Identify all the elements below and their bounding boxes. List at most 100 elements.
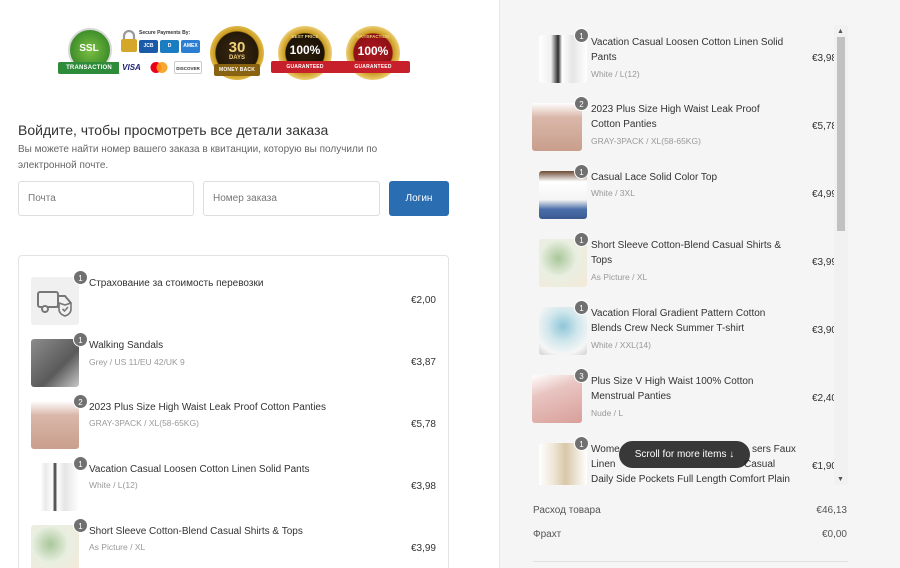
item-name: Страхование за стоимость перевозки (89, 278, 264, 289)
best-price-number: 100% (289, 43, 321, 57)
item-name-line2: Linen (591, 459, 616, 470)
item-name-line2: Blends Crew Neck Summer T-shirt (591, 323, 745, 334)
item-name-line2: Pants (591, 52, 617, 63)
quantity-badge: 1 (574, 232, 589, 247)
quantity-badge: 2 (73, 394, 88, 409)
list-item: 1 Vacation Casual Loosen Cotton Linen So… (19, 456, 448, 516)
subtotal-value: €46,13 (816, 505, 847, 516)
satisfaction-label: SATISFACTION (356, 34, 390, 39)
item-variant: Grey / US 11/EU 42/UK 9 (89, 357, 185, 367)
days-number: 30 (228, 39, 246, 56)
best-price-ribbon: GUARANTEED (271, 61, 339, 73)
list-item: 1 Short Sleeve Cotton-Blend Casual Shirt… (19, 518, 448, 568)
item-name-line1-end: sers Faux (752, 444, 796, 455)
ssl-ribbon: TRANSACTION (58, 62, 120, 74)
item-name-line2: Menstrual Panties (591, 391, 672, 402)
divider (533, 561, 848, 562)
scrollbar[interactable]: ▲ ▼ (834, 25, 848, 485)
item-name: Short Sleeve Cotton-Blend Casual Shirts … (89, 526, 303, 537)
discover-icon: DISCOVER (174, 61, 202, 74)
item-variant: As Picture / XL (89, 542, 146, 552)
list-item: 1 Страхование за стоимость перевозки €2,… (19, 270, 448, 330)
order-summary-panel: 1 Vacation Casual Loosen Cotton Linen So… (499, 0, 900, 568)
diners-icon: D (160, 40, 179, 53)
item-name-line1: Vacation Floral Gradient Pattern Cotton (591, 308, 766, 319)
quantity-badge: 2 (574, 96, 589, 111)
item-thumbnail (31, 463, 79, 511)
secure-payments-badge: Secure Payments By: JCB D AMEX VISA DISC… (119, 26, 205, 82)
order-items-list: 1 Страхование за стоимость перевозки €2,… (18, 255, 449, 568)
item-variant: White / L(12) (591, 69, 640, 79)
satisfaction-number: 100% (357, 44, 389, 58)
quantity-badge: 1 (73, 332, 88, 347)
money-back-ribbon: MONEY BACK (214, 64, 260, 76)
item-name-line1: Vacation Casual Loosen Cotton Linen Soli… (591, 37, 784, 48)
item-name-line1: Wome (591, 444, 620, 455)
item-variant: White / 3XL (591, 188, 635, 198)
scroll-for-more-hint[interactable]: Scroll for more items ↓ (619, 441, 750, 468)
item-name: Vacation Casual Loosen Cotton Linen Soli… (89, 464, 310, 475)
item-name-line1: Casual Lace Solid Color Top (591, 172, 718, 183)
item-name-line1: Short Sleeve Cotton-Blend Casual Shirts … (591, 240, 782, 251)
item-name-line1: 2023 Plus Size High Waist Leak Proof (591, 104, 760, 115)
item-price: €2,00 (410, 295, 436, 306)
login-panel: SSL TRANSACTION Secure Payments By: JCB … (0, 0, 499, 568)
scroll-up-arrow-icon[interactable]: ▲ (837, 28, 844, 35)
item-name-line3: Daily Side Pockets Full Length Comfort P… (591, 474, 790, 485)
mastercard-icon (148, 61, 170, 74)
quantity-badge: 1 (574, 28, 589, 43)
jcb-icon: JCB (139, 40, 158, 53)
scroll-down-arrow-icon[interactable]: ▼ (837, 476, 844, 483)
quantity-badge: 1 (574, 436, 589, 451)
item-thumbnail (31, 525, 79, 568)
login-button[interactable]: Логин (389, 181, 449, 216)
secure-payments-title: Secure Payments By: (139, 30, 191, 36)
list-item: 2 2023 Plus Size High Waist Leak Proof C… (19, 394, 448, 454)
ssl-badge: SSL TRANSACTION (58, 26, 120, 82)
money-back-badge: 30 DAYS MONEY BACK (206, 26, 268, 82)
item-name: 2023 Plus Size High Waist Leak Proof Cot… (89, 402, 326, 413)
lock-icon (121, 30, 137, 52)
quantity-badge: 1 (574, 300, 589, 315)
shipping-label: Фрахт (533, 529, 562, 540)
days-label: DAYS (228, 55, 246, 61)
shipping-insurance-icon (31, 277, 79, 325)
subtotal-label: Расход товара (533, 505, 601, 516)
item-price: €3,87 (410, 357, 436, 368)
item-thumbnail (532, 375, 582, 423)
quantity-badge: 1 (73, 518, 88, 533)
ssl-label: SSL (79, 43, 99, 54)
best-price-label: BEST PRICE (291, 34, 319, 39)
login-subtitle: Вы можете найти номер вашего заказа в кв… (18, 144, 378, 171)
satisfaction-ribbon: GUARANTEED (336, 61, 410, 73)
quantity-badge: 1 (73, 270, 88, 285)
amex-icon: AMEX (181, 40, 200, 53)
item-price: €3,99 (410, 543, 436, 554)
item-price: €3,98 (410, 481, 436, 492)
best-price-badge: BEST PRICE 100% GUARANTEED (271, 26, 339, 82)
trust-badges: SSL TRANSACTION Secure Payments By: JCB … (58, 26, 410, 82)
item-variant: Nude / L (591, 408, 624, 418)
quantity-badge: 1 (574, 164, 589, 179)
item-variant: White / L(12) (89, 480, 138, 490)
item-variant: White / XXL(14) (591, 340, 651, 350)
item-thumbnail (532, 103, 582, 151)
scrollbar-thumb[interactable] (837, 37, 845, 231)
item-name-line2: Cotton Panties (591, 119, 657, 130)
item-name-line1: Plus Size V High Waist 100% Cotton (591, 376, 754, 387)
login-title: Войдите, чтобы просмотреть все детали за… (18, 122, 329, 138)
shipping-value: €0,00 (821, 529, 847, 540)
quantity-badge: 3 (574, 368, 589, 383)
item-thumbnail (31, 339, 79, 387)
item-thumbnail (31, 401, 79, 449)
email-field[interactable] (18, 181, 194, 216)
item-variant: GRAY-3PACK / XL(58-65KG) (591, 136, 701, 146)
satisfaction-badge: SATISFACTION 100% GUARANTEED (336, 26, 410, 82)
visa-icon: VISA (119, 61, 144, 74)
item-name-line2: Tops (591, 255, 613, 266)
order-number-field[interactable] (203, 181, 380, 216)
item-price: €5,78 (410, 419, 436, 430)
item-variant: GRAY-3PACK / XL(58-65KG) (89, 418, 199, 428)
list-item: 1 Walking Sandals Grey / US 11/EU 42/UK … (19, 332, 448, 392)
item-name: Walking Sandals (89, 340, 164, 351)
